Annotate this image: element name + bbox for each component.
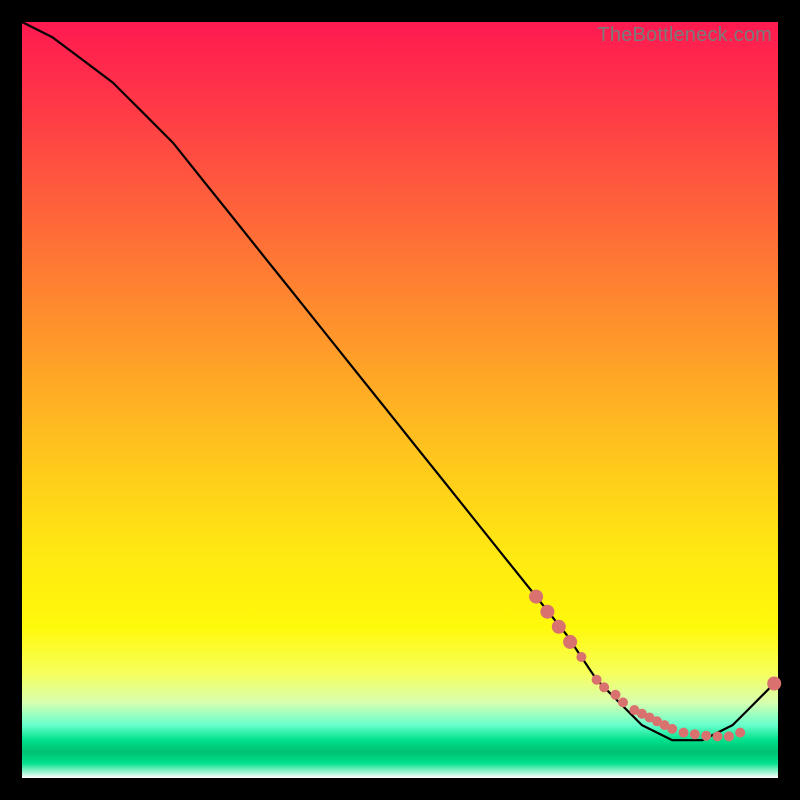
- curve-layer: [22, 22, 778, 778]
- data-point: [576, 652, 586, 662]
- data-point: [540, 605, 554, 619]
- data-point: [592, 675, 602, 685]
- data-point: [529, 590, 543, 604]
- data-point: [667, 724, 677, 734]
- data-point: [767, 677, 781, 691]
- data-point: [724, 731, 734, 741]
- data-point: [679, 728, 689, 738]
- data-point: [599, 682, 609, 692]
- data-point: [690, 729, 700, 739]
- data-point: [618, 697, 628, 707]
- bottleneck-curve: [22, 22, 778, 740]
- marker-cluster: [529, 590, 781, 742]
- data-point: [701, 731, 711, 741]
- data-point: [563, 635, 577, 649]
- data-point: [552, 620, 566, 634]
- plot-area: TheBottleneck.com: [22, 22, 778, 778]
- data-point: [735, 728, 745, 738]
- chart-frame: TheBottleneck.com: [0, 0, 800, 800]
- data-point: [713, 731, 723, 741]
- data-point: [611, 690, 621, 700]
